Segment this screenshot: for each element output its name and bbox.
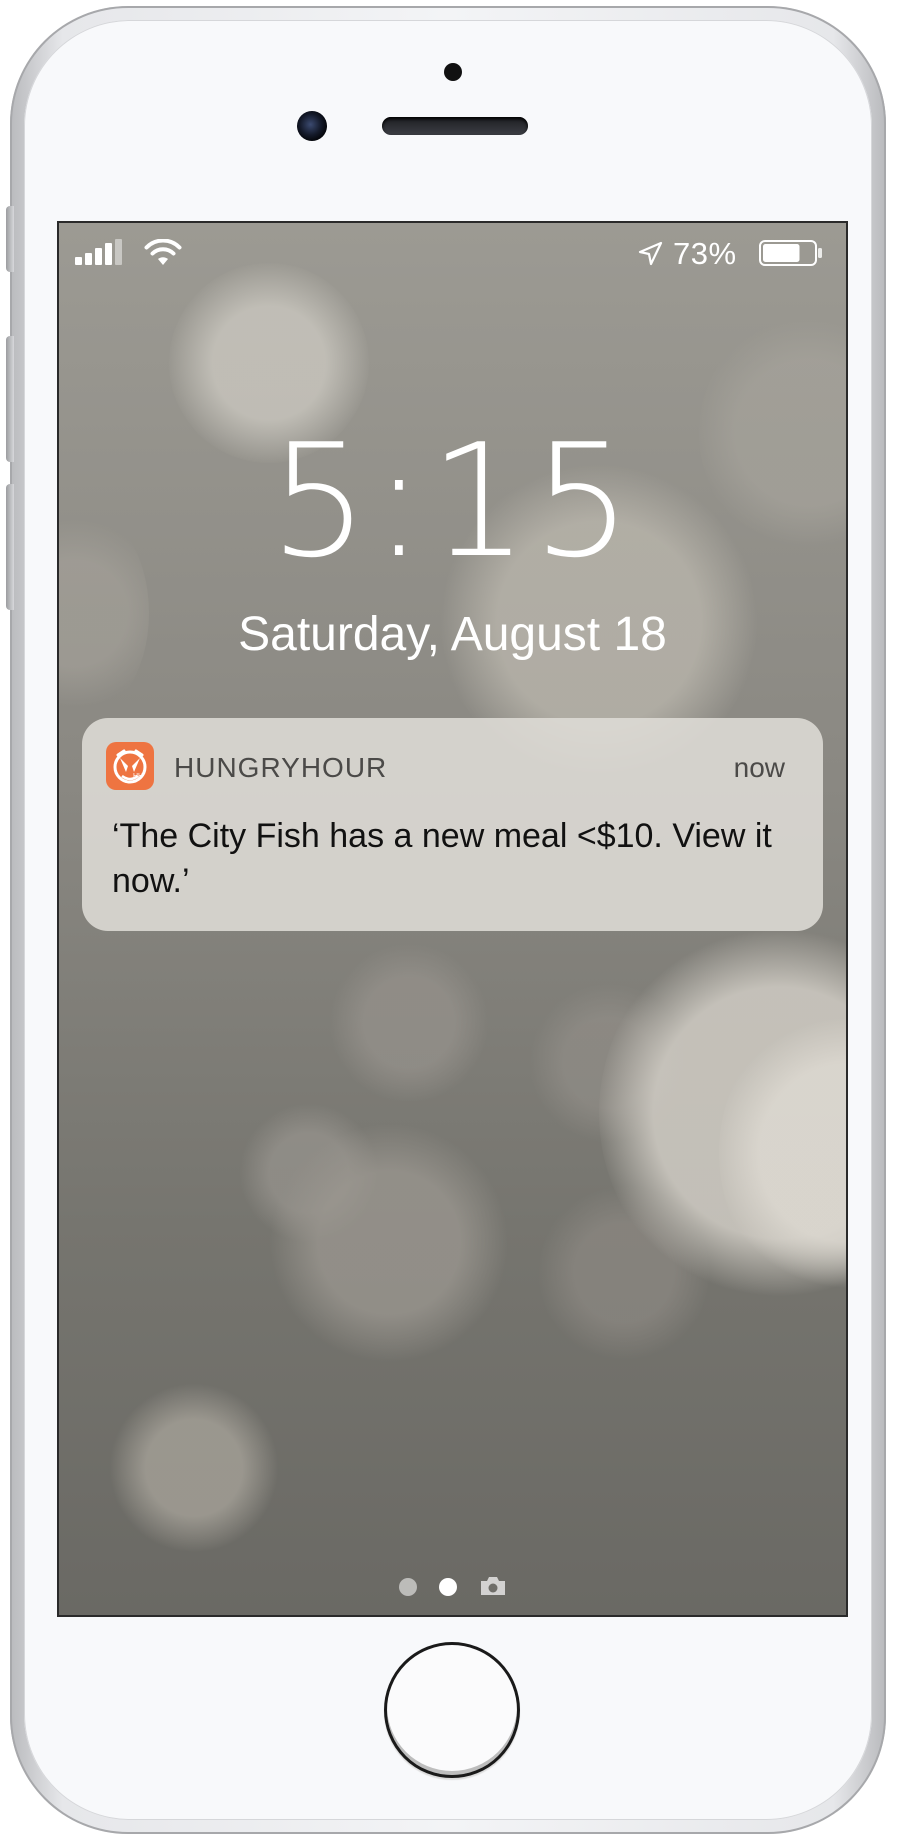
page-dot [399,1578,417,1596]
wallpaper-bokeh [239,1103,379,1243]
status-bar: 73% [59,223,846,277]
volume-up-button [6,336,14,462]
lock-screen-date: Saturday, August 18 [238,608,667,661]
svg-text:HH: HH [133,773,143,780]
wallpaper-bokeh [539,1183,709,1363]
wallpaper-bokeh [269,1123,509,1363]
wallpaper-bokeh [109,1383,279,1553]
earpiece-speaker [382,117,528,135]
hungryhour-app-icon: HH [106,742,154,790]
wifi-icon [144,239,182,265]
wallpaper-bokeh [599,923,846,1303]
wallpaper-bokeh [719,1003,846,1303]
front-camera [297,111,327,141]
notification-card[interactable]: HH HUNGRYHOUR now ‘The City Fish has a n… [82,718,823,931]
location-arrow-icon [638,241,663,266]
wallpaper-bokeh [529,983,689,1143]
volume-down-button [6,484,14,610]
battery-percentage: 73% [673,236,737,271]
lock-screen: 73% 5:15 Saturday, August 18 HH HUNGRYHO… [57,221,848,1617]
notification-message: ‘The City Fish has a new meal <$10. View… [112,817,772,900]
lock-screen-time: 5:15 [269,410,636,592]
wallpaper-bokeh [329,943,489,1103]
camera-icon[interactable] [479,1575,507,1597]
notification-time: now [733,752,785,783]
notification-app-name: HUNGRYHOUR [174,752,388,783]
page-indicator[interactable] [399,1573,519,1599]
proximity-sensor [444,63,462,81]
battery-icon [759,240,822,266]
cellular-signal-icon [75,239,122,265]
mute-switch [6,206,14,272]
home-button[interactable] [384,1642,520,1778]
page-dot-active [439,1578,457,1596]
